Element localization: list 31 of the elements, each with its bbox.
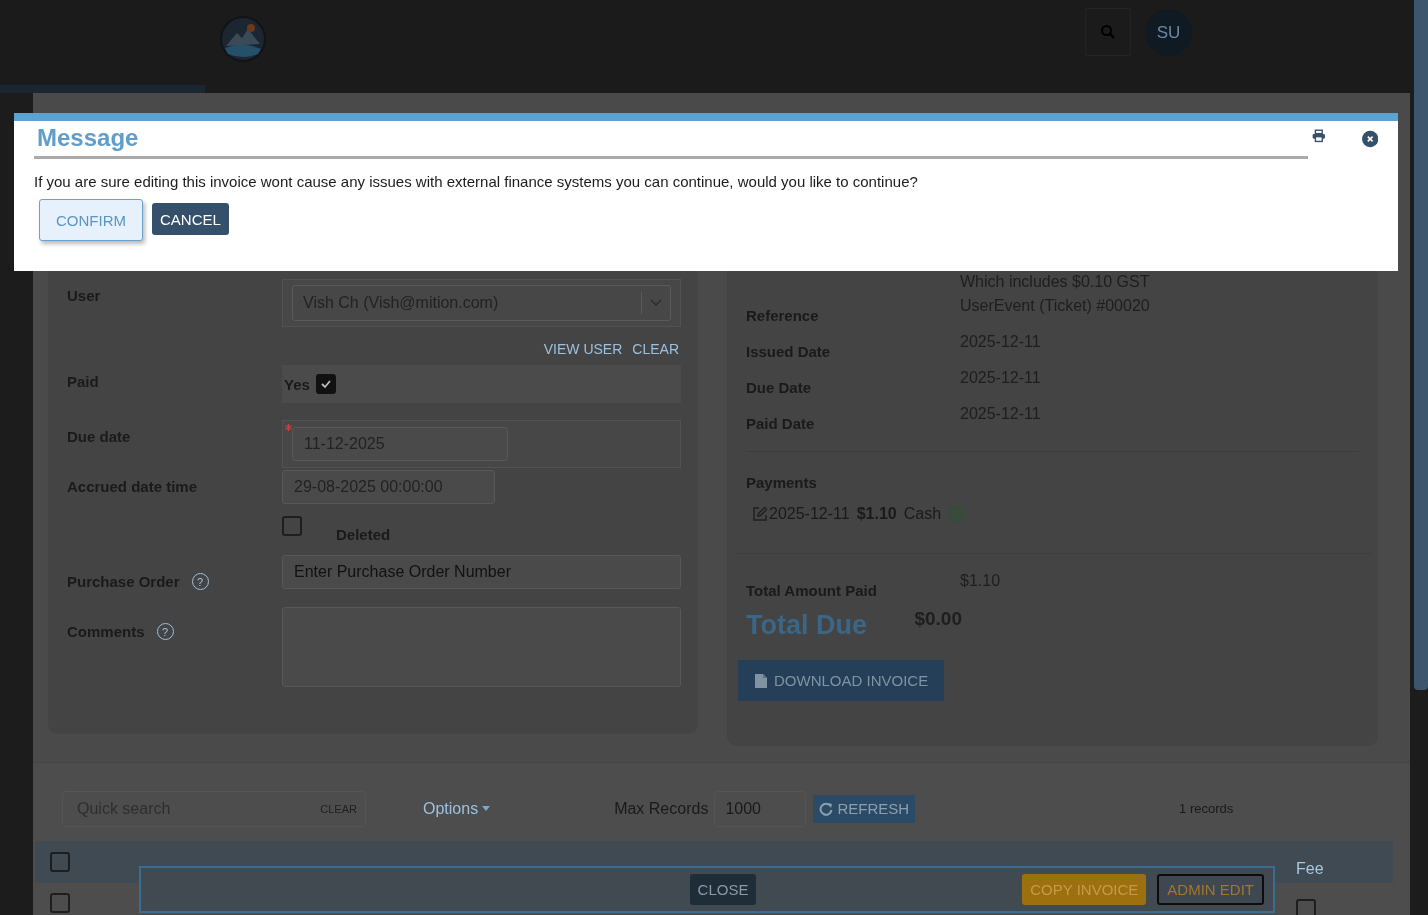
select-all-checkbox[interactable] xyxy=(50,852,70,872)
search-icon xyxy=(1100,24,1116,40)
close-button[interactable]: CLOSE xyxy=(689,874,757,905)
chevron-icon xyxy=(650,299,662,307)
refresh-button[interactable]: REFRESH xyxy=(813,794,916,823)
checkmark-icon xyxy=(319,378,332,390)
admin-edit-button[interactable]: ADMIN EDIT xyxy=(1157,874,1264,905)
download-invoice-button[interactable]: DOWNLOAD INVOICE xyxy=(738,660,945,701)
logo-icon xyxy=(220,16,266,62)
row-checkbox[interactable] xyxy=(50,893,70,913)
file-icon xyxy=(754,672,768,689)
user-avatar[interactable]: SU xyxy=(1145,9,1192,56)
user-link[interactable]: CLEAR xyxy=(632,341,679,357)
edit-icon[interactable] xyxy=(752,506,768,522)
user-link[interactable]: VIEW USER xyxy=(543,341,623,357)
caret-icon xyxy=(482,806,491,811)
column-header[interactable]: Fee xyxy=(1296,846,1393,878)
confirm-button[interactable]: CONFIRM xyxy=(39,199,143,241)
dialog-title: Message xyxy=(34,121,1308,159)
search-button[interactable] xyxy=(1085,8,1131,56)
deleted-checkbox[interactable] xyxy=(282,516,302,536)
refresh-icon xyxy=(819,801,834,816)
fee-checkbox[interactable] xyxy=(1296,899,1316,915)
options-dropdown[interactable]: Options xyxy=(423,799,491,818)
copy-invoice-button[interactable]: COPY INVOICE xyxy=(1022,874,1147,905)
paid-checkbox[interactable] xyxy=(315,374,336,394)
total-due-label: Total Due xyxy=(746,609,868,642)
purchase-order-input[interactable]: Enter Purchase Order Number xyxy=(282,555,681,589)
dialog-message: If you are sure editing this invoice wont cause any issues with external finance systems you can continue, would you like to continue? xyxy=(34,173,919,190)
cancel-button[interactable]: CANCEL xyxy=(152,203,229,235)
scrollbar-thumb[interactable] xyxy=(1414,0,1428,690)
